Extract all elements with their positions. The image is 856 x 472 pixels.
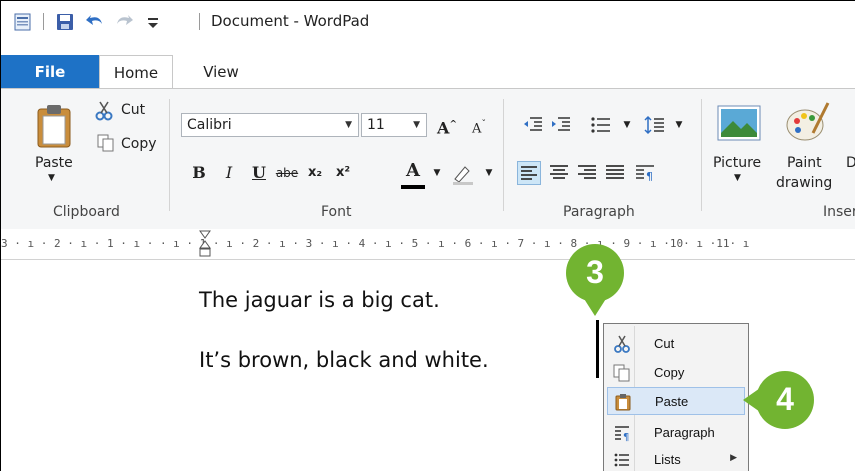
paint-drawing-label-1[interactable]: Paint <box>787 155 822 171</box>
menu-item-paragraph[interactable]: ¶ Paragraph <box>607 419 745 447</box>
redo-icon[interactable] <box>113 12 135 32</box>
ribbon-tabs: File Home View <box>1 55 855 89</box>
line-spacing-icon[interactable] <box>643 113 667 137</box>
cut-button[interactable]: Cut <box>121 102 145 118</box>
font-family-value: Calibri <box>187 117 232 133</box>
cut-icon[interactable] <box>95 101 113 125</box>
customize-qat-icon[interactable] <box>146 12 160 32</box>
tab-file[interactable]: File <box>1 55 99 89</box>
menu-item-paste[interactable]: Paste <box>607 387 745 415</box>
chevron-down-icon[interactable]: ▼ <box>615 113 639 137</box>
paragraph-icon: ¶ <box>613 424 631 443</box>
menu-item-label: Cut <box>654 336 675 351</box>
font-size-value: 11 <box>367 117 385 133</box>
chevron-down-icon[interactable]: ▼ <box>477 161 501 185</box>
paint-palette-icon[interactable] <box>785 99 831 149</box>
chevron-down-icon[interactable]: ▼ <box>734 173 741 183</box>
superscript-button[interactable]: x² <box>331 161 355 185</box>
strikethrough-button[interactable]: abe <box>275 161 299 185</box>
list-icon <box>613 451 631 469</box>
paste-button[interactable]: Paste <box>35 155 73 171</box>
italic-button[interactable]: I <box>217 161 241 185</box>
font-color-button[interactable]: A <box>401 159 425 183</box>
ruler-scale: 3 · ı · 2 · ı · 1 · ı · · ı · 1 · ı · 2 … <box>1 237 750 250</box>
menu-item-label: Paste <box>655 394 689 409</box>
copy-button[interactable]: Copy <box>121 136 157 152</box>
wordpad-window: Document - WordPad File Home View Paste … <box>0 0 855 471</box>
paint-drawing-label-2[interactable]: drawing <box>776 175 832 191</box>
text-cursor <box>596 320 599 378</box>
paragraph-icon[interactable]: ¶ <box>633 161 657 185</box>
group-separator <box>503 99 504 211</box>
tab-view[interactable]: View <box>196 55 246 89</box>
ribbon: Paste ▼ Cut Copy Clipboard Calibri ▼ 11 … <box>1 88 855 230</box>
copy-icon <box>613 364 631 382</box>
font-family-select[interactable]: Calibri ▼ <box>181 113 359 137</box>
datetime-button-partial[interactable]: D <box>846 155 855 171</box>
chevron-down-icon: ▼ <box>413 120 420 130</box>
indent-marker-icon[interactable] <box>199 230 211 262</box>
paragraph-group-label: Paragraph <box>563 204 635 220</box>
title-separator <box>199 13 200 30</box>
decrease-indent-icon[interactable] <box>521 113 545 137</box>
picture-button[interactable]: Picture <box>713 155 761 171</box>
ruler[interactable]: 3 · ı · 2 · ı · 1 · ı · · ı · 1 · ı · 2 … <box>1 229 855 260</box>
clipboard-icon <box>614 393 632 411</box>
qat-separator <box>43 13 44 30</box>
underline-button[interactable]: U <box>247 161 271 185</box>
save-icon[interactable] <box>55 12 75 32</box>
svg-text:¶: ¶ <box>646 170 653 183</box>
highlight-icon[interactable] <box>451 163 475 189</box>
justify-icon[interactable] <box>603 161 627 185</box>
title-bar: Document - WordPad <box>1 1 855 41</box>
chevron-down-icon[interactable]: ▼ <box>667 113 691 137</box>
menu-item-label: Lists <box>654 452 681 467</box>
subscript-button[interactable]: x₂ <box>303 161 327 185</box>
align-right-icon[interactable] <box>575 161 599 185</box>
document-line-2[interactable]: It’s brown, black and white. <box>199 348 489 372</box>
step-4-callout: 4 <box>756 371 814 429</box>
increase-indent-icon[interactable] <box>549 113 573 137</box>
font-group-label: Font <box>321 204 352 220</box>
menu-item-label: Paragraph <box>654 425 715 440</box>
bullets-icon[interactable] <box>589 113 613 137</box>
window-title: Document - WordPad <box>211 12 370 30</box>
document-line-1[interactable]: The jaguar is a big cat. <box>199 288 440 312</box>
tab-home[interactable]: Home <box>99 55 173 89</box>
align-left-icon[interactable] <box>517 161 541 185</box>
chevron-down-icon: ▼ <box>345 120 352 130</box>
font-size-select[interactable]: 11 ▼ <box>361 113 427 137</box>
group-separator <box>701 99 702 211</box>
undo-icon[interactable] <box>84 12 106 32</box>
shrink-font-icon[interactable]: Aˇ <box>467 113 491 137</box>
paste-dropdown-icon[interactable]: ▼ <box>48 173 55 183</box>
grow-font-icon[interactable]: A^ <box>435 113 459 137</box>
context-menu: Cut Copy Paste ¶ Paragraph Lists ▶ <box>603 323 749 471</box>
group-separator <box>169 99 170 211</box>
paste-icon[interactable] <box>35 103 75 153</box>
app-menu-icon[interactable] <box>13 12 33 32</box>
svg-text:¶: ¶ <box>623 432 629 442</box>
font-color-bar <box>401 185 425 189</box>
menu-item-lists[interactable]: Lists ▶ <box>607 446 745 471</box>
submenu-arrow-icon: ▶ <box>730 453 737 463</box>
chevron-down-icon[interactable]: ▼ <box>425 161 449 185</box>
scissors-icon <box>613 335 631 353</box>
menu-item-label: Copy <box>654 365 685 380</box>
clipboard-group-label: Clipboard <box>53 204 120 220</box>
menu-item-copy[interactable]: Copy <box>607 359 745 387</box>
picture-icon[interactable] <box>717 103 761 147</box>
insert-group-label: Inser <box>823 204 855 220</box>
menu-item-cut[interactable]: Cut <box>607 330 745 358</box>
copy-icon[interactable] <box>97 134 115 156</box>
bold-button[interactable]: B <box>187 161 211 185</box>
step-3-callout: 3 <box>566 244 624 302</box>
align-center-icon[interactable] <box>547 161 571 185</box>
